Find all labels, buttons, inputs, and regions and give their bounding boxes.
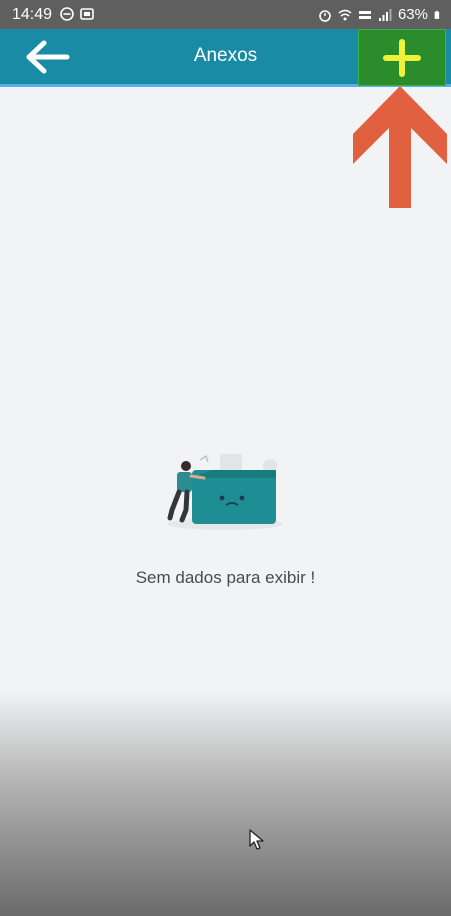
signal-icon: [378, 8, 392, 21]
battery-icon: [434, 10, 440, 19]
alarm-icon: [319, 9, 331, 22]
status-time: 14:49: [12, 6, 53, 23]
wifi-icon: [338, 9, 352, 20]
nfc-icon: [80, 8, 94, 20]
annotation-arrow-icon: [353, 86, 447, 208]
plus-icon: [383, 38, 421, 77]
empty-state-message: Sem dados para exibir !: [135, 568, 316, 587]
empty-folder-illustration: [167, 454, 283, 530]
status-bar: 14:49 63%: [0, 0, 451, 29]
app-bar: Anexos: [0, 29, 451, 87]
bottom-shade: [0, 690, 451, 916]
do-not-disturb-icon: [60, 7, 74, 21]
lte-icon: [358, 10, 371, 19]
add-attachment-button[interactable]: [358, 29, 446, 86]
battery-percentage: 63%: [397, 6, 428, 23]
mouse-cursor-icon: [249, 829, 264, 850]
